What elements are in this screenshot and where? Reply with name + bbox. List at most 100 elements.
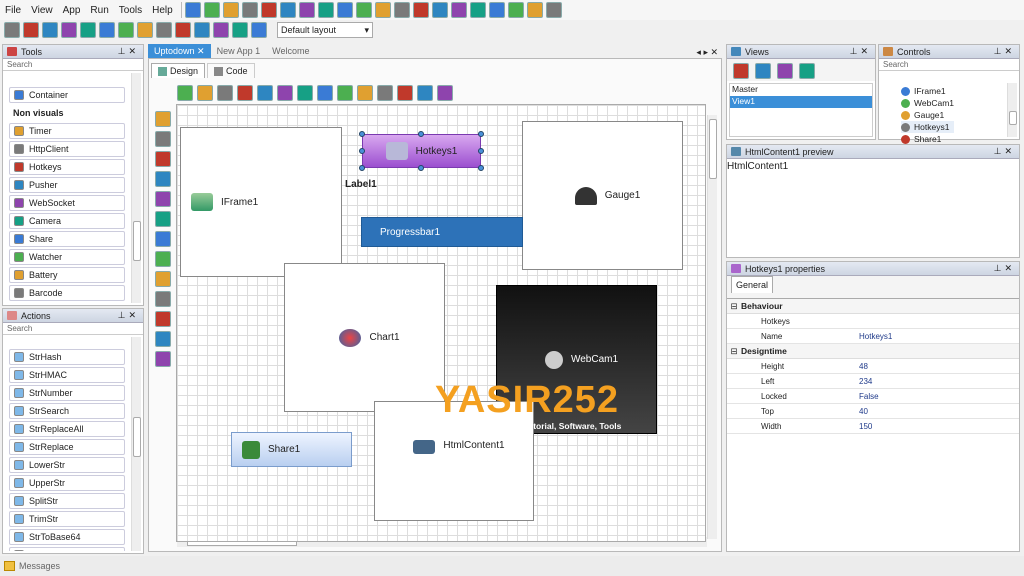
property-value[interactable]: 48 bbox=[843, 362, 868, 371]
control-gauge[interactable]: Gauge1 bbox=[522, 121, 683, 270]
toolbar-button[interactable] bbox=[42, 22, 58, 38]
toolbar-button[interactable] bbox=[197, 85, 213, 101]
toolbar-button[interactable] bbox=[99, 22, 115, 38]
controls-search-input[interactable]: Search bbox=[879, 59, 1019, 71]
tools-scrollbar[interactable] bbox=[131, 73, 141, 303]
property-value[interactable]: 150 bbox=[843, 422, 872, 431]
toolbar-button[interactable] bbox=[80, 22, 96, 38]
toolbar-button[interactable] bbox=[397, 85, 413, 101]
resize-handle[interactable] bbox=[359, 131, 365, 137]
resize-handle[interactable] bbox=[359, 148, 365, 154]
property-row[interactable]: Locked False bbox=[727, 389, 1019, 404]
tool-item[interactable]: Camera bbox=[9, 213, 125, 229]
property-value[interactable]: 234 bbox=[843, 377, 872, 386]
property-row[interactable]: Left 234 bbox=[727, 374, 1019, 389]
panel-pin-close-icon[interactable]: ⊥✕ bbox=[994, 146, 1015, 157]
toolbar-button[interactable] bbox=[241, 2, 258, 18]
toolbar-button[interactable] bbox=[336, 2, 353, 18]
tool-item[interactable]: WebSocket bbox=[9, 195, 125, 211]
property-value[interactable]: 40 bbox=[843, 407, 868, 416]
tool-item[interactable]: Timer bbox=[9, 123, 125, 139]
toolbar-button[interactable] bbox=[137, 22, 153, 38]
resize-handle[interactable] bbox=[418, 131, 424, 137]
resize-handle[interactable] bbox=[478, 165, 484, 171]
action-item[interactable]: Base64ToStr bbox=[9, 547, 125, 551]
toolbar-button[interactable] bbox=[155, 271, 171, 287]
toolbar-button[interactable] bbox=[317, 85, 333, 101]
toolbar-button[interactable] bbox=[155, 171, 171, 187]
toolbar-button[interactable] bbox=[733, 63, 749, 79]
toolbar-button[interactable] bbox=[177, 85, 193, 101]
control-hotkeys[interactable]: Hotkeys1 bbox=[362, 134, 481, 168]
toolbar-button[interactable] bbox=[337, 85, 353, 101]
collapse-icon[interactable]: ⊟ bbox=[727, 301, 741, 312]
messages-tab[interactable]: Messages bbox=[19, 561, 60, 571]
toolbar-button[interactable] bbox=[194, 22, 210, 38]
toolbar-button[interactable] bbox=[175, 22, 191, 38]
tool-item[interactable]: Watcher bbox=[9, 249, 125, 265]
property-section[interactable]: ⊟ Behaviour bbox=[727, 299, 1019, 314]
toolbar-button[interactable] bbox=[213, 22, 229, 38]
toolbar-button[interactable] bbox=[155, 291, 171, 307]
toolbar-button[interactable] bbox=[355, 2, 372, 18]
toolbar-button[interactable] bbox=[217, 85, 233, 101]
action-item[interactable]: StrReplaceAll bbox=[9, 421, 125, 437]
toolbar-button[interactable] bbox=[257, 85, 273, 101]
resize-handle[interactable] bbox=[478, 148, 484, 154]
toolbar-button[interactable] bbox=[755, 63, 771, 79]
toolbar-button[interactable] bbox=[155, 231, 171, 247]
actions-scrollbar[interactable] bbox=[131, 337, 141, 551]
action-item[interactable]: StrReplace bbox=[9, 439, 125, 455]
property-row[interactable]: Width 150 bbox=[727, 419, 1019, 434]
collapse-icon[interactable]: ⊟ bbox=[727, 346, 741, 357]
scroll-thumb[interactable] bbox=[1009, 111, 1017, 125]
resize-handle[interactable] bbox=[418, 165, 424, 171]
control-progressbar[interactable]: Progressbar1 bbox=[361, 217, 523, 247]
tab-general[interactable]: General bbox=[731, 276, 774, 293]
property-row[interactable]: Top 40 bbox=[727, 404, 1019, 419]
property-section[interactable]: ⊟ Designtime bbox=[727, 344, 1019, 359]
toolbar-button[interactable] bbox=[222, 2, 239, 18]
menu-help[interactable]: Help bbox=[147, 5, 178, 16]
toolbar-button[interactable] bbox=[23, 22, 39, 38]
control-tree-item[interactable]: WebCam1 bbox=[901, 97, 954, 109]
tools-search-input[interactable]: Search bbox=[3, 59, 143, 71]
toolbar-button[interactable] bbox=[450, 2, 467, 18]
property-value[interactable]: False bbox=[843, 392, 879, 401]
toolbar-button[interactable] bbox=[155, 351, 171, 367]
designer-canvas[interactable]: IFrame1 Hotkeys1 Label1 Gauge1 Progressb… bbox=[176, 104, 706, 542]
toolbar-button[interactable] bbox=[4, 22, 20, 38]
action-item[interactable]: SplitStr bbox=[9, 493, 125, 509]
tab-welcome[interactable]: Welcome bbox=[266, 44, 315, 58]
tab-uptodown[interactable]: Uptodown ✕ bbox=[148, 44, 211, 58]
control-tree-item[interactable]: IFrame1 bbox=[901, 85, 954, 97]
tab-design[interactable]: Design bbox=[151, 63, 206, 78]
toolbar-button[interactable] bbox=[184, 2, 201, 18]
action-item[interactable]: StrSearch bbox=[9, 403, 125, 419]
toolbar-button[interactable] bbox=[488, 2, 505, 18]
toolbar-button[interactable] bbox=[260, 2, 277, 18]
tool-item[interactable]: Pusher bbox=[9, 177, 125, 193]
toolbar-button[interactable] bbox=[799, 63, 815, 79]
toolbar-button[interactable] bbox=[374, 2, 391, 18]
menu-view[interactable]: View bbox=[26, 5, 58, 16]
scroll-thumb[interactable] bbox=[709, 119, 717, 179]
layout-select[interactable]: Default layout ▾ bbox=[277, 22, 373, 38]
tab-code[interactable]: Code bbox=[207, 63, 255, 78]
toolbar-button[interactable] bbox=[777, 63, 793, 79]
toolbar-button[interactable] bbox=[357, 85, 373, 101]
action-item[interactable]: TrimStr bbox=[9, 511, 125, 527]
scroll-thumb[interactable] bbox=[133, 417, 141, 457]
tool-item[interactable]: HttpClient bbox=[9, 141, 125, 157]
controls-scrollbar[interactable] bbox=[1007, 83, 1017, 137]
close-icon[interactable]: ✕ bbox=[197, 46, 205, 57]
panel-pin-close-icon[interactable]: ⊥✕ bbox=[118, 310, 139, 321]
toolbar-button[interactable] bbox=[412, 2, 429, 18]
actions-search-input[interactable]: Search bbox=[3, 323, 143, 335]
action-item[interactable]: StrNumber bbox=[9, 385, 125, 401]
toolbar-button[interactable] bbox=[317, 2, 334, 18]
toolbar-button[interactable] bbox=[155, 151, 171, 167]
menu-file[interactable]: File bbox=[0, 5, 26, 16]
toolbar-button[interactable] bbox=[232, 22, 248, 38]
property-value[interactable]: Hotkeys1 bbox=[843, 332, 892, 341]
